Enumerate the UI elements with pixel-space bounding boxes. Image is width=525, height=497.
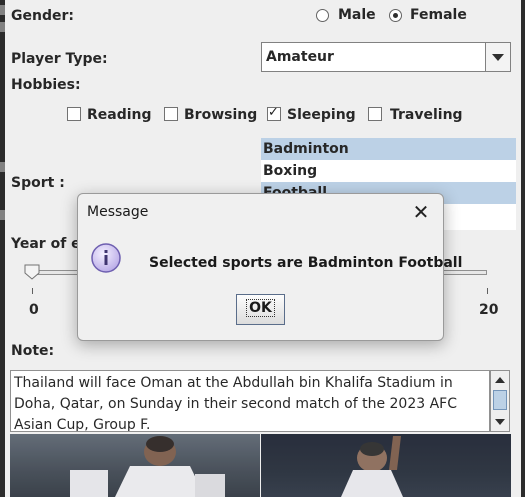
close-icon[interactable]: ✕ — [411, 202, 431, 222]
info-icon — [91, 243, 121, 273]
ok-button-label: OK — [246, 299, 275, 317]
message-dialog: Message ✕ Selected sports are Badminton … — [77, 193, 462, 341]
dialog-message: Selected sports are Badminton Football — [149, 255, 463, 271]
dialog-title: Message — [87, 204, 149, 220]
ok-button[interactable]: OK — [236, 294, 285, 325]
